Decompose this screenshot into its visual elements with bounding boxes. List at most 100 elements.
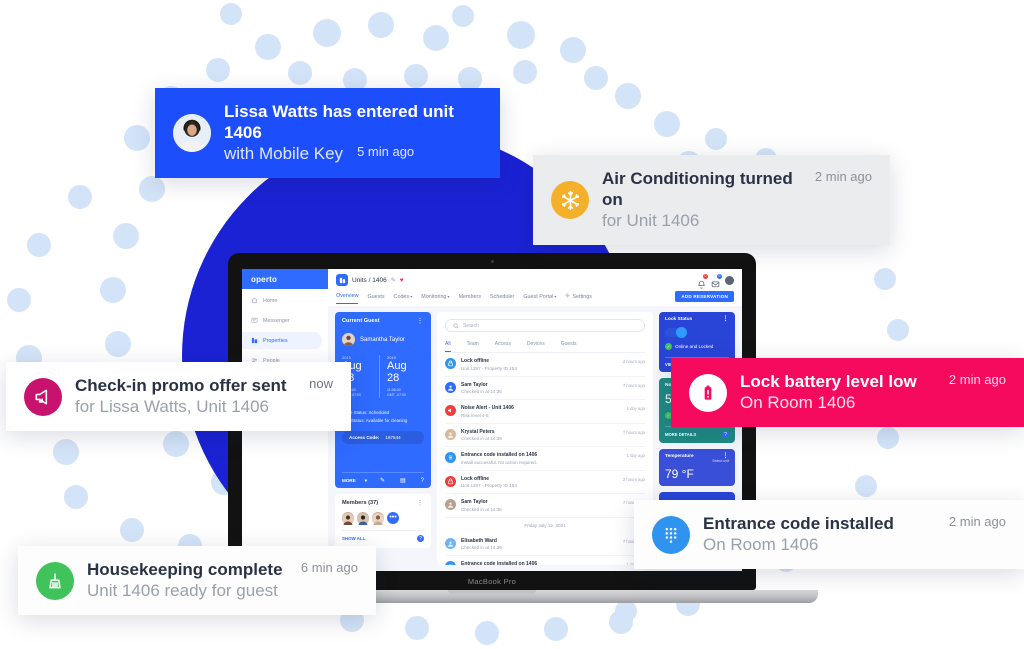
snowflake-icon: [551, 181, 589, 219]
feed-item[interactable]: Lock offline Unit 1287 - Property ID 154 2…: [445, 353, 645, 377]
decorative-dot: [705, 128, 727, 150]
sidebar-item-properties[interactable]: Properties: [242, 332, 322, 349]
decorative-dot: [544, 617, 568, 641]
temperature-value: 79 °F: [665, 467, 694, 481]
message-icon[interactable]: ▤: [400, 477, 406, 484]
tab-settings[interactable]: Settings: [565, 293, 592, 304]
avatar[interactable]: [725, 275, 734, 285]
feed-filter-access[interactable]: Access: [495, 341, 511, 352]
tab-members[interactable]: Members: [459, 294, 481, 304]
tab-scheduler[interactable]: Scheduler: [490, 294, 514, 304]
tab-overview[interactable]: Overview: [336, 293, 359, 304]
access-code-pill[interactable]: Access Code: 167544: [342, 431, 424, 444]
more-button[interactable]: MORE: [342, 478, 356, 483]
heart-icon[interactable]: ♥: [400, 277, 404, 284]
chevron-down-icon: ▾: [409, 293, 413, 299]
tab-label: Members: [458, 293, 482, 300]
feed-date-separator: Friday July 12, 2021: [524, 522, 566, 528]
help-icon[interactable]: ?: [722, 431, 729, 438]
decorative-dot: [423, 25, 449, 51]
feed-filter-tabs: All Team Access Devices Guests: [445, 341, 645, 353]
feed-item[interactable]: Noise Alert - Unit 1406 Risk level 4-5 1 d…: [445, 400, 645, 424]
keypad-icon: [445, 452, 456, 463]
feed-item-body: Entrance code installed on 1406Install s…: [461, 452, 622, 465]
feed-item-title: Krystal Peters: [461, 428, 495, 435]
search-input[interactable]: Search: [445, 319, 645, 332]
more-members-button[interactable]: •••: [387, 512, 399, 524]
more-details-button[interactable]: MORE DETAILS: [665, 432, 696, 437]
decorative-dot: [120, 518, 144, 542]
decorative-dot: [475, 621, 499, 645]
avatar[interactable]: [342, 512, 354, 525]
feed-item[interactable]: Entrance code installed on 1406Install s…: [445, 447, 645, 471]
notification-time: 2 min ago: [814, 169, 872, 184]
operto-logo[interactable]: operto: [242, 269, 328, 289]
feed-filter-all[interactable]: All: [445, 341, 451, 352]
select-unit-link[interactable]: Select unit: [665, 459, 729, 463]
feed-item[interactable]: Entrance code installed on 1406Install s…: [445, 556, 645, 565]
left-column: Current Guest ⋮ Samantha Taylor 2019 Aug…: [335, 312, 431, 565]
add-reservation-button[interactable]: ADD RESERVATION: [675, 291, 734, 302]
sidebar-item-label: Home: [263, 297, 278, 304]
screenshot-stage: operto HomeMessengerPropertiesPeopleGues…: [0, 0, 1024, 649]
decorative-dot: [53, 439, 79, 465]
feed-item[interactable]: Elisabeth Ward Checked in at 14:36 7 hours…: [445, 533, 645, 556]
feed-item-subtitle: Unit 1287 - Property ID 154: [461, 483, 517, 488]
kebab-menu-icon[interactable]: ⋮: [417, 500, 425, 507]
decorative-dot: [124, 125, 150, 151]
avatar[interactable]: [372, 512, 384, 525]
feed-item-body: Sam Taylor Checked in at 14:36: [461, 499, 618, 512]
kebab-menu-icon[interactable]: ⋮: [417, 318, 425, 325]
notification-card-air-conditioning[interactable]: Air Conditioning turned on 2 min ago for…: [533, 155, 890, 245]
notification-card-promo[interactable]: Check-in promo offer sent now for Lissa …: [6, 362, 351, 431]
feed-item-time: 2 hours ago: [622, 359, 645, 364]
decorative-dot: [206, 58, 230, 82]
feed-item-body: Lock offline Unit 1287 - Property ID 154: [461, 358, 618, 371]
avatar-icon: [445, 499, 456, 510]
messages-icon[interactable]: 0: [711, 273, 722, 287]
access-code-label: Access Code:: [349, 435, 380, 440]
lock-toggle[interactable]: [665, 327, 687, 338]
breadcrumb-row: Units / 1406 ✎ ♥ 0 0: [336, 273, 734, 289]
tab-guest-portal[interactable]: Guest Portal ▾: [523, 294, 556, 304]
decorative-dot: [139, 176, 165, 202]
feed-item[interactable]: Lock offline Unit 1287 - Property ID 154 2…: [445, 471, 645, 494]
sidebar-item-messenger[interactable]: Messenger: [242, 312, 328, 329]
decorative-dot: [113, 223, 139, 249]
edit-pencil-icon[interactable]: ✎: [380, 477, 385, 484]
sidebar-item-home[interactable]: Home: [242, 292, 328, 309]
unit-status-row: Unit Status: Available for cleaning: [342, 418, 424, 423]
feed-filter-team[interactable]: Team: [467, 341, 479, 352]
help-icon[interactable]: ?: [421, 478, 424, 484]
feed-item[interactable]: Sam TaylorChecked in at 14:367 hours ago: [445, 377, 645, 400]
status-block: Code Status: Scheduled Unit Status: Avai…: [342, 407, 424, 423]
feed-filter-devices[interactable]: Devices: [527, 341, 545, 352]
more-caret-icon[interactable]: ▾: [365, 478, 367, 484]
home-icon: [251, 297, 258, 304]
feed-filter-guests[interactable]: Guests: [561, 341, 577, 352]
avatar[interactable]: [357, 512, 369, 525]
decorative-dot: [452, 5, 474, 27]
tab-monitoring[interactable]: Monitoring ▾: [421, 294, 449, 304]
decorative-dot: [584, 66, 608, 90]
notifications-bell-icon[interactable]: 0: [697, 273, 708, 289]
help-icon[interactable]: ?: [417, 535, 424, 542]
megaphone-icon: [24, 377, 62, 416]
pencil-icon[interactable]: ✎: [391, 277, 396, 284]
kebab-menu-icon[interactable]: ⋮: [723, 316, 730, 322]
decorative-dot: [855, 475, 877, 497]
checkin-year: 2019: [342, 355, 351, 360]
notification-time: now: [309, 376, 333, 391]
notification-card-housekeeping[interactable]: Housekeeping complete 6 min ago Unit 140…: [18, 546, 376, 615]
show-all-button[interactable]: SHOW ALL: [342, 536, 365, 541]
notification-card-battery[interactable]: Lock battery level low 2 min ago On Room…: [671, 358, 1024, 427]
tab-guests[interactable]: Guests: [367, 294, 384, 304]
feed-item[interactable]: Sam TaylorChecked in at 14:367 hours ago: [445, 494, 645, 518]
tab-codes[interactable]: Codes ▾: [394, 294, 413, 304]
notification-card-entry[interactable]: Lissa Watts has entered unit 1406 with M…: [155, 88, 500, 178]
notification-card-entrance-code[interactable]: Entrance code installed 2 min ago On Roo…: [634, 500, 1024, 569]
decorative-dot: [7, 288, 31, 312]
decorative-dot: [513, 60, 537, 84]
breadcrumb[interactable]: Units / 1406: [352, 277, 387, 284]
feed-item[interactable]: Krystal Peters Checked in at 14:36 7 hours…: [445, 424, 645, 447]
